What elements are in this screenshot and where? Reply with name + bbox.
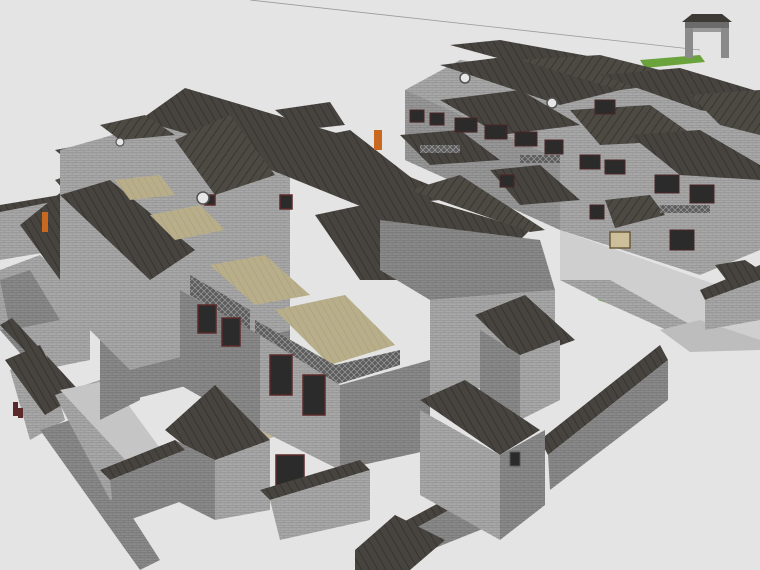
- model-viewport[interactable]: [0, 0, 760, 570]
- 3d-model-scene[interactable]: [0, 0, 760, 570]
- north-gate[interactable]: [682, 14, 732, 58]
